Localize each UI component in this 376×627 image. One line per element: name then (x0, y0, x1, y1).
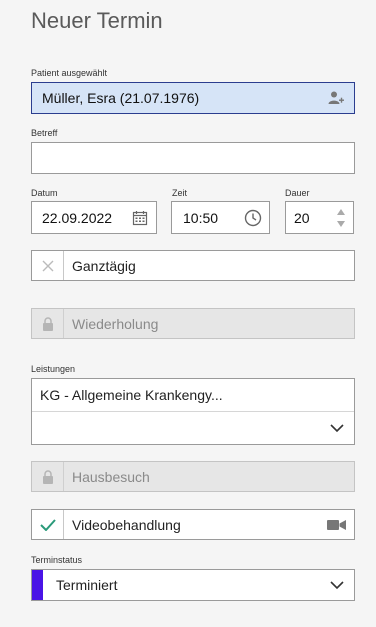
lock-icon (32, 309, 64, 338)
clock-icon[interactable] (237, 202, 269, 233)
page-title: Neuer Termin (31, 8, 163, 33)
zeit-input[interactable]: 10:50 (171, 201, 270, 234)
terminstatus-value: Terminiert (56, 577, 118, 593)
decrement-icon[interactable] (337, 220, 345, 227)
calendar-icon[interactable] (124, 202, 156, 233)
video-camera-icon (327, 519, 354, 531)
ganztaegig-toggle[interactable]: Ganztägig (31, 250, 355, 281)
ganztaegig-label: Ganztägig (72, 257, 136, 274)
patient-label: Patient ausgewählt (31, 68, 108, 78)
unchecked-x-icon[interactable] (32, 251, 64, 280)
chevron-down-icon[interactable] (330, 423, 344, 433)
datum-input[interactable]: 22.09.2022 (31, 201, 157, 234)
zeit-label: Zeit (172, 188, 188, 198)
datum-value: 22.09.2022 (42, 209, 113, 226)
dauer-label: Dauer (285, 188, 310, 198)
add-person-icon[interactable] (328, 90, 344, 106)
increment-icon[interactable] (337, 208, 345, 215)
leistungen-selected-item[interactable]: KG - Allgemeine Krankengy... (32, 379, 354, 412)
terminstatus-label: Terminstatus (31, 555, 83, 565)
checkmark-icon[interactable] (32, 510, 64, 539)
zeit-value: 10:50 (183, 209, 219, 226)
leistungen-select[interactable]: KG - Allgemeine Krankengy... (31, 378, 355, 445)
status-color-bar (32, 570, 43, 600)
terminstatus-select[interactable]: Terminiert (31, 569, 355, 601)
lock-icon (32, 462, 64, 491)
patient-value: Müller, Esra (21.07.1976) (42, 90, 200, 106)
betreff-label: Betreff (31, 128, 58, 138)
chevron-down-icon[interactable] (330, 580, 344, 590)
datum-label: Datum (31, 188, 58, 198)
patient-field[interactable]: Müller, Esra (21.07.1976) (31, 82, 355, 114)
dauer-stepper[interactable]: 20 (285, 201, 354, 234)
hausbesuch-field: Hausbesuch (31, 461, 355, 492)
wiederholung-field: Wiederholung (31, 308, 355, 339)
leistungen-label: Leistungen (31, 364, 76, 374)
videobehandlung-toggle[interactable]: Videobehandlung (31, 509, 355, 540)
videobehandlung-label: Videobehandlung (72, 516, 181, 533)
dauer-value: 20 (294, 209, 310, 226)
wiederholung-label: Wiederholung (72, 315, 159, 332)
hausbesuch-label: Hausbesuch (72, 468, 150, 485)
betreff-input[interactable] (31, 142, 355, 174)
